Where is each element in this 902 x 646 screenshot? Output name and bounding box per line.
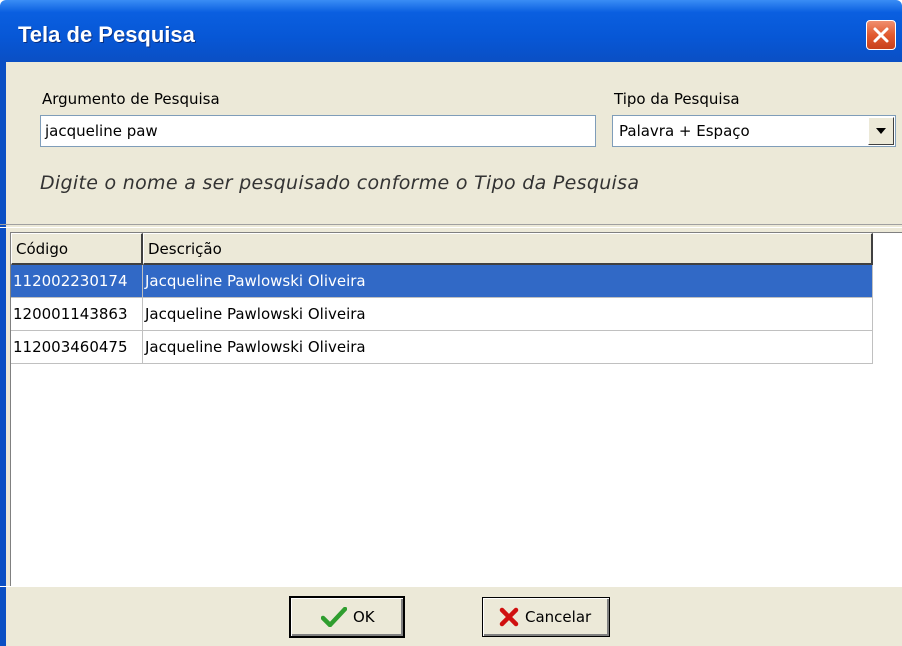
cell-descricao: Jacqueline Pawlowski Oliveira — [143, 265, 873, 298]
search-dialog: Tela de Pesquisa Argumento de Pesquisa j… — [0, 0, 902, 646]
column-header-codigo[interactable]: Código — [11, 233, 143, 265]
results-grid[interactable]: Código Descrição 112002230174 Jacqueline… — [10, 232, 902, 586]
cancel-button[interactable]: Cancelar — [482, 597, 610, 637]
section-divider — [0, 224, 902, 228]
x-icon — [499, 607, 519, 627]
search-hint: Digite o nome a ser pesquisado conforme … — [40, 172, 640, 194]
ok-button-label: OK — [353, 608, 375, 626]
footer-divider — [0, 586, 902, 587]
column-header-descricao[interactable]: Descrição — [143, 233, 873, 265]
window-frame-left — [0, 62, 6, 646]
search-type-select[interactable]: Palavra + Espaço — [612, 115, 896, 147]
cell-codigo: 112002230174 — [11, 265, 143, 298]
table-row[interactable]: 112003460475 Jacqueline Pawlowski Olivei… — [11, 331, 873, 364]
table-row[interactable]: 112002230174 Jacqueline Pawlowski Olivei… — [11, 265, 873, 298]
cell-descricao: Jacqueline Pawlowski Oliveira — [143, 298, 873, 331]
search-argument-input[interactable]: jacqueline paw — [40, 115, 596, 147]
window-title: Tela de Pesquisa — [18, 22, 195, 47]
table-row[interactable]: 120001143863 Jacqueline Pawlowski Olivei… — [11, 298, 873, 331]
search-type-value: Palavra + Espaço — [619, 122, 750, 140]
cell-codigo: 112003460475 — [11, 331, 143, 364]
close-icon — [873, 27, 889, 43]
cell-descricao: Jacqueline Pawlowski Oliveira — [143, 331, 873, 364]
cell-codigo: 120001143863 — [11, 298, 143, 331]
title-bar: Tela de Pesquisa — [0, 0, 902, 62]
chevron-down-icon — [876, 128, 886, 134]
checkmark-icon — [321, 607, 347, 627]
search-type-label: Tipo da Pesquisa — [614, 90, 740, 108]
close-button[interactable] — [866, 20, 896, 50]
grid-header: Código Descrição — [11, 233, 873, 265]
ok-button[interactable]: OK — [289, 596, 405, 638]
search-type-dropdown-button[interactable] — [868, 117, 894, 145]
cancel-button-label: Cancelar — [525, 608, 592, 626]
argument-label: Argumento de Pesquisa — [42, 90, 220, 108]
